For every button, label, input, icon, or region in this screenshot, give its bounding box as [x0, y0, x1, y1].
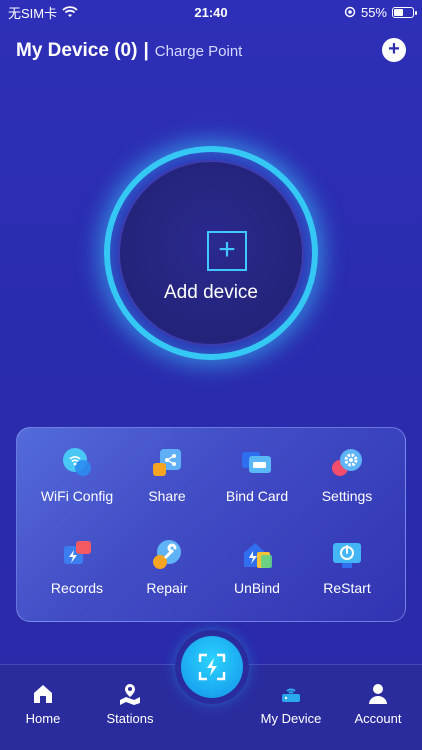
wifi-signal-icon	[62, 6, 78, 17]
tab-stations[interactable]: Stations	[90, 683, 170, 726]
add-button[interactable]: +	[382, 38, 406, 62]
battery-fill	[394, 8, 404, 16]
map-pin-icon	[119, 683, 141, 705]
tab-label: Account	[354, 711, 402, 726]
page-header: My Device (0) | Charge Point +	[16, 38, 406, 64]
action-records[interactable]: Records	[28, 538, 126, 596]
tab-label: Home	[25, 711, 61, 726]
status-left: 无SIM卡	[8, 3, 78, 22]
scan-charge-icon	[198, 653, 226, 681]
action-label: WiFi Config	[40, 488, 114, 504]
action-label: Bind Card	[225, 488, 289, 504]
add-device-label: Add device	[163, 282, 258, 303]
tab-my-device[interactable]: My Device	[251, 683, 331, 726]
action-repair[interactable]: Repair	[118, 538, 216, 596]
wrench-icon	[150, 538, 184, 572]
card-icon	[240, 446, 274, 480]
wifi-icon	[60, 446, 94, 480]
unbind-icon	[240, 538, 274, 572]
orientation-lock-icon	[344, 6, 356, 18]
action-label: Repair	[146, 580, 188, 596]
battery-icon	[392, 6, 417, 18]
action-label: ReStart	[323, 580, 371, 596]
records-icon	[60, 538, 94, 572]
actions-panel: WiFi Config Share Bind Card Settings Rec…	[16, 427, 406, 622]
plus-icon: +	[207, 231, 247, 271]
action-label: Records	[50, 580, 104, 596]
user-icon	[367, 683, 389, 705]
battery-percent: 55%	[360, 4, 387, 20]
tab-label: My Device	[260, 711, 322, 726]
page-title: My Device (0)	[16, 40, 138, 61]
action-restart[interactable]: ReStart	[298, 538, 396, 596]
ring-inner: + Add device	[118, 160, 304, 346]
action-share[interactable]: Share	[118, 446, 216, 504]
action-label: UnBind	[234, 580, 280, 596]
status-bar: 无SIM卡 21:40 55%	[0, 0, 422, 24]
tab-account[interactable]: Account	[338, 683, 418, 726]
power-icon	[330, 538, 364, 572]
gear-icon	[330, 446, 364, 480]
title-separator: |	[143, 40, 149, 61]
action-wifi-config[interactable]: WiFi Config	[28, 446, 126, 504]
home-icon	[32, 683, 54, 705]
action-settings[interactable]: Settings	[298, 446, 396, 504]
action-label: Settings	[321, 488, 373, 504]
actions-grid: WiFi Config Share Bind Card Settings Rec…	[17, 428, 405, 621]
status-right: 55%	[344, 4, 417, 20]
action-label: Share	[148, 488, 186, 504]
add-device-button[interactable]: + Add device	[104, 146, 318, 360]
tab-label: Stations	[106, 711, 154, 726]
router-icon	[280, 683, 302, 705]
share-icon	[150, 446, 184, 480]
action-unbind[interactable]: UnBind	[208, 538, 306, 596]
tab-home[interactable]: Home	[3, 683, 83, 726]
scan-charge-button[interactable]	[181, 636, 243, 698]
page-subtitle[interactable]: Charge Point	[155, 43, 243, 60]
action-bind-card[interactable]: Bind Card	[208, 446, 306, 504]
carrier-label: 无SIM卡	[8, 5, 58, 21]
